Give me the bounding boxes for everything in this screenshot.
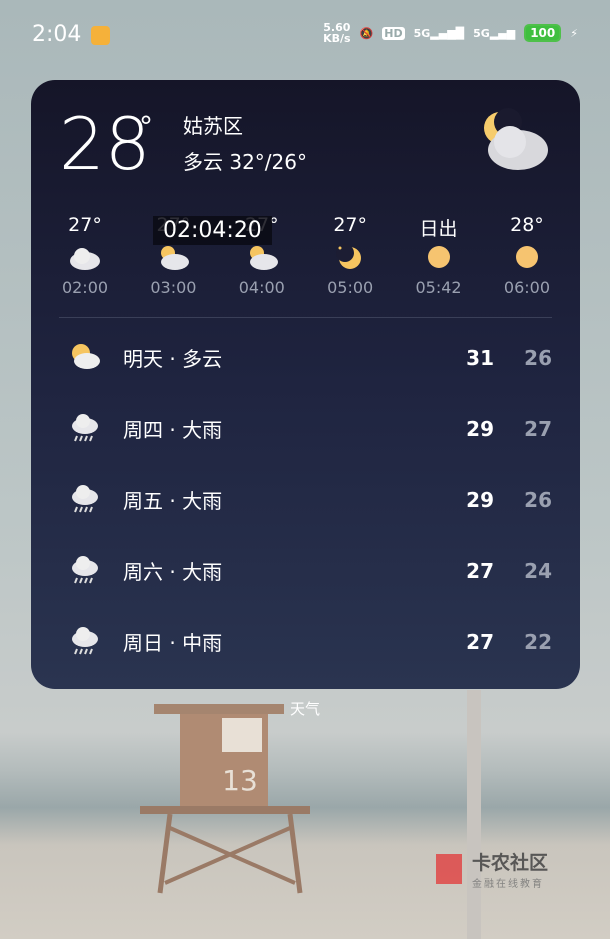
- day-label: 周五 · 大雨: [123, 489, 223, 513]
- moon-cloud-icon: [218, 240, 306, 274]
- signal-2-icon: 5G▂▄▆: [473, 26, 516, 40]
- sun-cloud-icon: [69, 342, 101, 374]
- hourly-temp: 27°: [68, 214, 102, 236]
- mute-bell-icon: 🔕: [359, 26, 374, 40]
- hourly-time: 03:00: [150, 278, 197, 297]
- daily-row[interactable]: 明天 · 多云 31 26: [31, 322, 580, 393]
- signal-1-icon: 5G▂▄▆█: [413, 26, 465, 40]
- high-temp: 27: [466, 629, 494, 654]
- high-temp: 31: [466, 345, 494, 370]
- hourly-time: 06:00: [503, 278, 550, 297]
- day-label: 周四 · 大雨: [123, 418, 223, 442]
- network-speed: 5.60 KB/s: [323, 21, 351, 45]
- day-label: 明天 · 多云: [123, 347, 223, 371]
- sun-icon: [483, 240, 571, 274]
- day-label: 周日 · 中雨: [123, 631, 223, 655]
- svg-text:13: 13: [222, 764, 258, 797]
- daily-row[interactable]: 周六 · 大雨 27 24: [31, 535, 580, 606]
- status-bar: 2:04 5.60 KB/s 🔕 HD 5G▂▄▆█ 5G▂▄▆ 100 ⚡: [0, 0, 610, 70]
- low-temp: 22: [524, 629, 552, 654]
- lifeguard-tower: 13: [140, 704, 310, 894]
- rain-icon: [69, 483, 101, 517]
- hourly-item: 27° 05:00: [306, 214, 394, 297]
- hourly-item: 27° 02:00: [41, 214, 129, 297]
- weather-widget[interactable]: 28 ° 姑苏区 多云 32°/26° 27°02:0027°03:0027°0…: [31, 80, 580, 689]
- hourly-item: 28° 06:00: [483, 214, 571, 297]
- low-temp: 24: [524, 558, 552, 583]
- moon-cloud-icon: [484, 108, 548, 170]
- high-temp: 27: [466, 558, 494, 583]
- cloud-icon: [41, 240, 129, 274]
- clock: 2:04: [32, 22, 82, 47]
- high-temp: 29: [466, 416, 494, 441]
- charging-icon: ⚡: [570, 26, 578, 40]
- hourly-temp: 日出: [419, 218, 458, 240]
- day-label: 周六 · 大雨: [123, 560, 223, 584]
- sun-icon: [395, 240, 483, 274]
- daily-row[interactable]: 周四 · 大雨 29 27: [31, 393, 580, 464]
- low-temp: 26: [524, 345, 552, 370]
- moon-icon: [306, 240, 394, 274]
- hourly-temp: 28°: [510, 214, 544, 236]
- low-temp: 27: [524, 416, 552, 441]
- hourly-time: 05:00: [327, 278, 374, 297]
- hourly-time: 05:42: [415, 278, 462, 297]
- watermark: 卡农社区 金融在线教育: [432, 848, 548, 890]
- hourly-temp: 27°: [333, 214, 368, 236]
- degree-symbol: °: [139, 110, 153, 143]
- hourly-time: 04:00: [238, 278, 285, 297]
- current-temp: 28: [59, 102, 151, 186]
- low-temp: 26: [524, 487, 552, 512]
- watermark-logo-icon: [436, 854, 462, 884]
- time-overlay: 02:04:20: [153, 216, 272, 245]
- hourly-item: 日出 05:42: [395, 214, 483, 297]
- hourly-time: 02:00: [61, 278, 109, 297]
- location: 姑苏区: [183, 114, 243, 138]
- pole: [467, 690, 481, 939]
- daily-row[interactable]: 周日 · 中雨 27 22: [31, 606, 580, 677]
- rain-icon: [69, 412, 101, 446]
- condition: 多云 32°/26°: [183, 150, 307, 174]
- rain-icon: [69, 625, 101, 659]
- battery-icon: 100: [524, 24, 562, 42]
- hd-icon: HD: [382, 26, 405, 40]
- rain-icon: [69, 554, 101, 588]
- moon-cloud-icon: [129, 240, 217, 274]
- high-temp: 29: [466, 487, 494, 512]
- divider: [59, 317, 552, 318]
- notification-icon: [91, 26, 110, 45]
- daily-row[interactable]: 周五 · 大雨 29 26: [31, 464, 580, 535]
